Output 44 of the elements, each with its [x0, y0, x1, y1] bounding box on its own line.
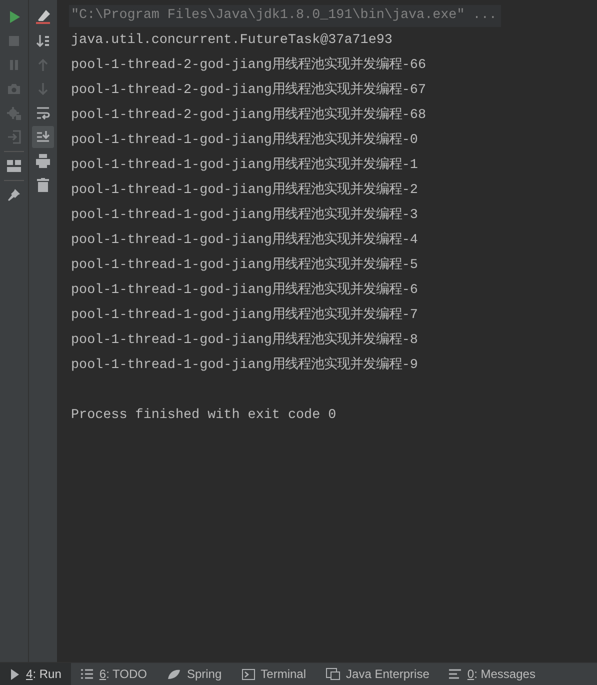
trash-icon [37, 178, 49, 192]
tool-window-tab[interactable]: 6: TODO [71, 663, 157, 685]
output-line: pool-1-thread-1-god-jiang用线程池实现并发编程-1 [71, 156, 419, 175]
printer-icon [36, 154, 50, 168]
output-line: pool-1-thread-1-god-jiang用线程池实现并发编程-9 [71, 356, 419, 375]
tool-window-tab[interactable]: 0: Messages [439, 663, 546, 685]
output-line: pool-1-thread-1-god-jiang用线程池实现并发编程-7 [71, 306, 419, 325]
output-line: pool-1-thread-2-god-jiang用线程池实现并发编程-67 [71, 80, 427, 100]
output-line: pool-1-thread-1-god-jiang用线程池实现并发编程-8 [71, 330, 419, 350]
sort-icon [36, 34, 50, 48]
toolbar-button[interactable] [32, 126, 54, 148]
output-line: pool-1-thread-1-god-jiang用线程池实现并发编程-6 [71, 280, 419, 300]
tool-window-tab[interactable]: Spring [156, 663, 232, 685]
tool-window-tab[interactable]: 4: Run [0, 663, 72, 685]
gear-icon [7, 106, 21, 120]
run-icon [7, 10, 21, 24]
pause-icon [8, 59, 20, 71]
soft-wrap-icon [36, 106, 50, 120]
camera-icon [7, 83, 21, 95]
up-arrow-icon [37, 58, 49, 72]
module-icon [326, 668, 340, 680]
terminal-icon [242, 668, 255, 680]
output-line: pool-1-thread-2-god-jiang用线程池实现并发编程-68 [71, 106, 427, 125]
output-line: pool-1-thread-1-god-jiang用线程池实现并发编程-2 [71, 180, 419, 200]
leaf-icon [166, 668, 181, 680]
tool-window-tab[interactable]: Java Enterprise [316, 663, 440, 685]
eraser-icon [35, 9, 51, 25]
output-line: java.util.concurrent.FutureTask@37a71e93 [71, 32, 394, 50]
output-line: pool-1-thread-1-god-jiang用线程池实现并发编程-0 [71, 130, 419, 150]
output-line: pool-1-thread-1-god-jiang用线程池实现并发编程-4 [71, 230, 419, 250]
enter-icon [7, 130, 21, 144]
exit-status-line: Process finished with exit code 0 [71, 407, 338, 425]
play-icon [10, 668, 20, 680]
output-line: pool-1-thread-1-god-jiang用线程池实现并发编程-3 [71, 206, 419, 225]
output-line: pool-1-thread-2-god-jiang用线程池实现并发编程-66 [71, 56, 427, 75]
messages-icon [449, 669, 462, 679]
scroll-to-end-icon [36, 130, 50, 144]
layout-icon [7, 160, 21, 172]
output-line: pool-1-thread-1-god-jiang用线程池实现并发编程-5 [71, 256, 419, 275]
list-icon [81, 669, 94, 679]
pin-icon [7, 188, 21, 202]
down-arrow-icon [37, 82, 49, 96]
stop-icon [8, 35, 20, 47]
tool-window-tab[interactable]: Terminal [232, 663, 316, 685]
